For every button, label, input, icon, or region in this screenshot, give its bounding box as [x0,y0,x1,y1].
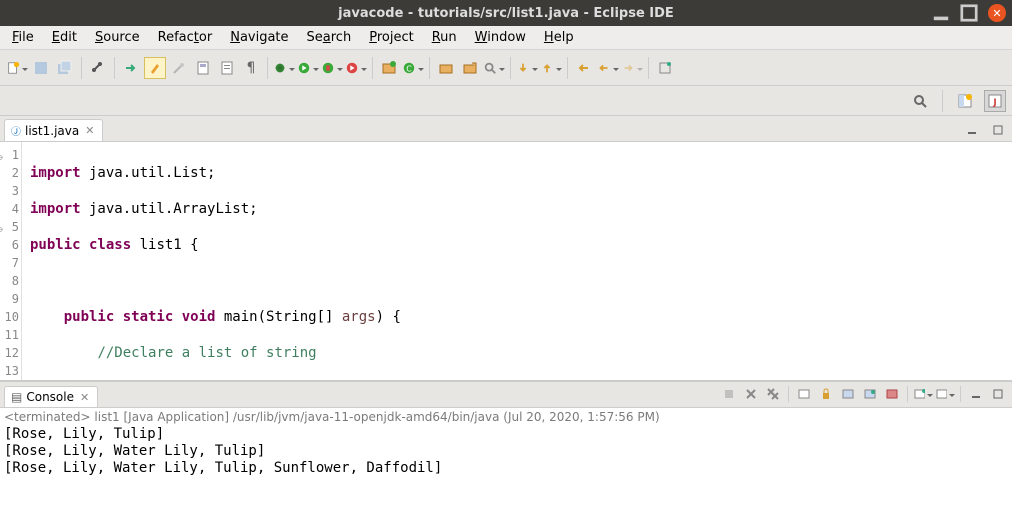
line-gutter: ⊖ ⊖ [0,142,22,380]
word-wrap-button[interactable] [838,384,858,404]
menu-edit[interactable]: Edit [44,27,85,48]
open-console-button[interactable] [913,384,933,404]
wand-button[interactable] [168,57,190,79]
last-edit-button[interactable] [573,57,595,79]
debug-step-button[interactable] [120,57,142,79]
open-type-button[interactable] [435,57,457,79]
menu-bar: File Edit Source Refactor Navigate Searc… [0,26,1012,50]
java-perspective-button[interactable]: J [984,90,1006,112]
new-package-button[interactable] [378,57,400,79]
minimize-console-button[interactable] [966,384,986,404]
minimize-view-button[interactable] [962,120,982,140]
console-area: ▤ Console ✕ <terminated> list1 [Java App… [0,380,1012,516]
display-console-button[interactable] [882,384,902,404]
menu-run[interactable]: Run [424,27,465,48]
console-status: <terminated> list1 [Java Application] /u… [0,408,1012,426]
menu-refactor[interactable]: Refactor [150,27,221,48]
console-tabstrip: ▤ Console ✕ [0,382,1012,408]
run-last-button[interactable] [345,57,367,79]
console-tab[interactable]: ▤ Console ✕ [4,386,98,407]
highlight-button[interactable] [144,57,166,79]
save-button[interactable] [30,57,52,79]
forward-button[interactable] [621,57,643,79]
remove-all-button[interactable] [763,384,783,404]
menu-window[interactable]: Window [467,27,534,48]
back-button[interactable] [597,57,619,79]
window-title: javacode - tutorials/src/list1.java - Ec… [0,6,1012,21]
new-class-button[interactable]: C [402,57,424,79]
block-select-button[interactable] [192,57,214,79]
maximize-view-button[interactable] [988,120,1008,140]
editor-tab-label: list1.java [25,124,79,138]
prev-annotation-button[interactable] [540,57,562,79]
svg-text:J: J [992,98,996,108]
svg-text:C: C [406,64,412,73]
console-icon: ▤ [11,390,22,404]
menu-help[interactable]: Help [536,27,582,48]
show-whitespace-button[interactable] [216,57,238,79]
pin-editor-button[interactable] [654,57,676,79]
link-button[interactable] [87,57,109,79]
tab-close-icon[interactable]: ✕ [85,124,94,137]
console-output[interactable]: [Rose, Lily, Tulip] [Rose, Lily, Water L… [0,426,1012,516]
close-button[interactable]: ✕ [988,4,1006,22]
maximize-console-button[interactable] [988,384,1008,404]
menu-project[interactable]: Project [361,27,422,48]
perspective-toolbar: J [0,86,1012,116]
editor-tab[interactable]: Ⓙ list1.java ✕ [4,119,103,141]
open-perspective-button[interactable] [954,90,976,112]
maximize-button[interactable] [960,4,978,22]
minimize-button[interactable] [932,4,950,22]
menu-navigate[interactable]: Navigate [222,27,296,48]
remove-launch-button[interactable] [741,384,761,404]
coverage-button[interactable] [321,57,343,79]
menu-source[interactable]: Source [87,27,148,48]
run-button[interactable] [297,57,319,79]
search-button[interactable] [483,57,505,79]
menu-file[interactable]: File [4,27,42,48]
title-bar: javacode - tutorials/src/list1.java - Ec… [0,0,1012,26]
code-content[interactable]: import java.util.List; import java.util.… [22,142,1012,380]
new-button[interactable] [6,57,28,79]
code-editor[interactable]: ⊖ ⊖ import java.util.List; import java.u… [0,142,1012,380]
console-tab-label: Console [26,390,74,404]
clear-console-button[interactable] [794,384,814,404]
main-toolbar: ¶ C [0,50,1012,86]
next-annotation-button[interactable] [516,57,538,79]
terminate-button[interactable] [719,384,739,404]
quick-access-button[interactable] [909,90,931,112]
scroll-lock-button[interactable] [816,384,836,404]
tab-close-icon[interactable]: ✕ [80,391,89,404]
debug-button[interactable] [273,57,295,79]
editor-tabstrip: Ⓙ list1.java ✕ [0,116,1012,142]
open-task-button[interactable] [459,57,481,79]
editor-area: Ⓙ list1.java ✕ ⊖ ⊖ import java.util.List… [0,116,1012,380]
select-console-button[interactable] [935,384,955,404]
menu-search[interactable]: Search [299,27,360,48]
save-all-button[interactable] [54,57,76,79]
pilcrow-button[interactable]: ¶ [240,57,262,79]
pin-console-button[interactable] [860,384,880,404]
java-file-icon: Ⓙ [11,123,21,138]
